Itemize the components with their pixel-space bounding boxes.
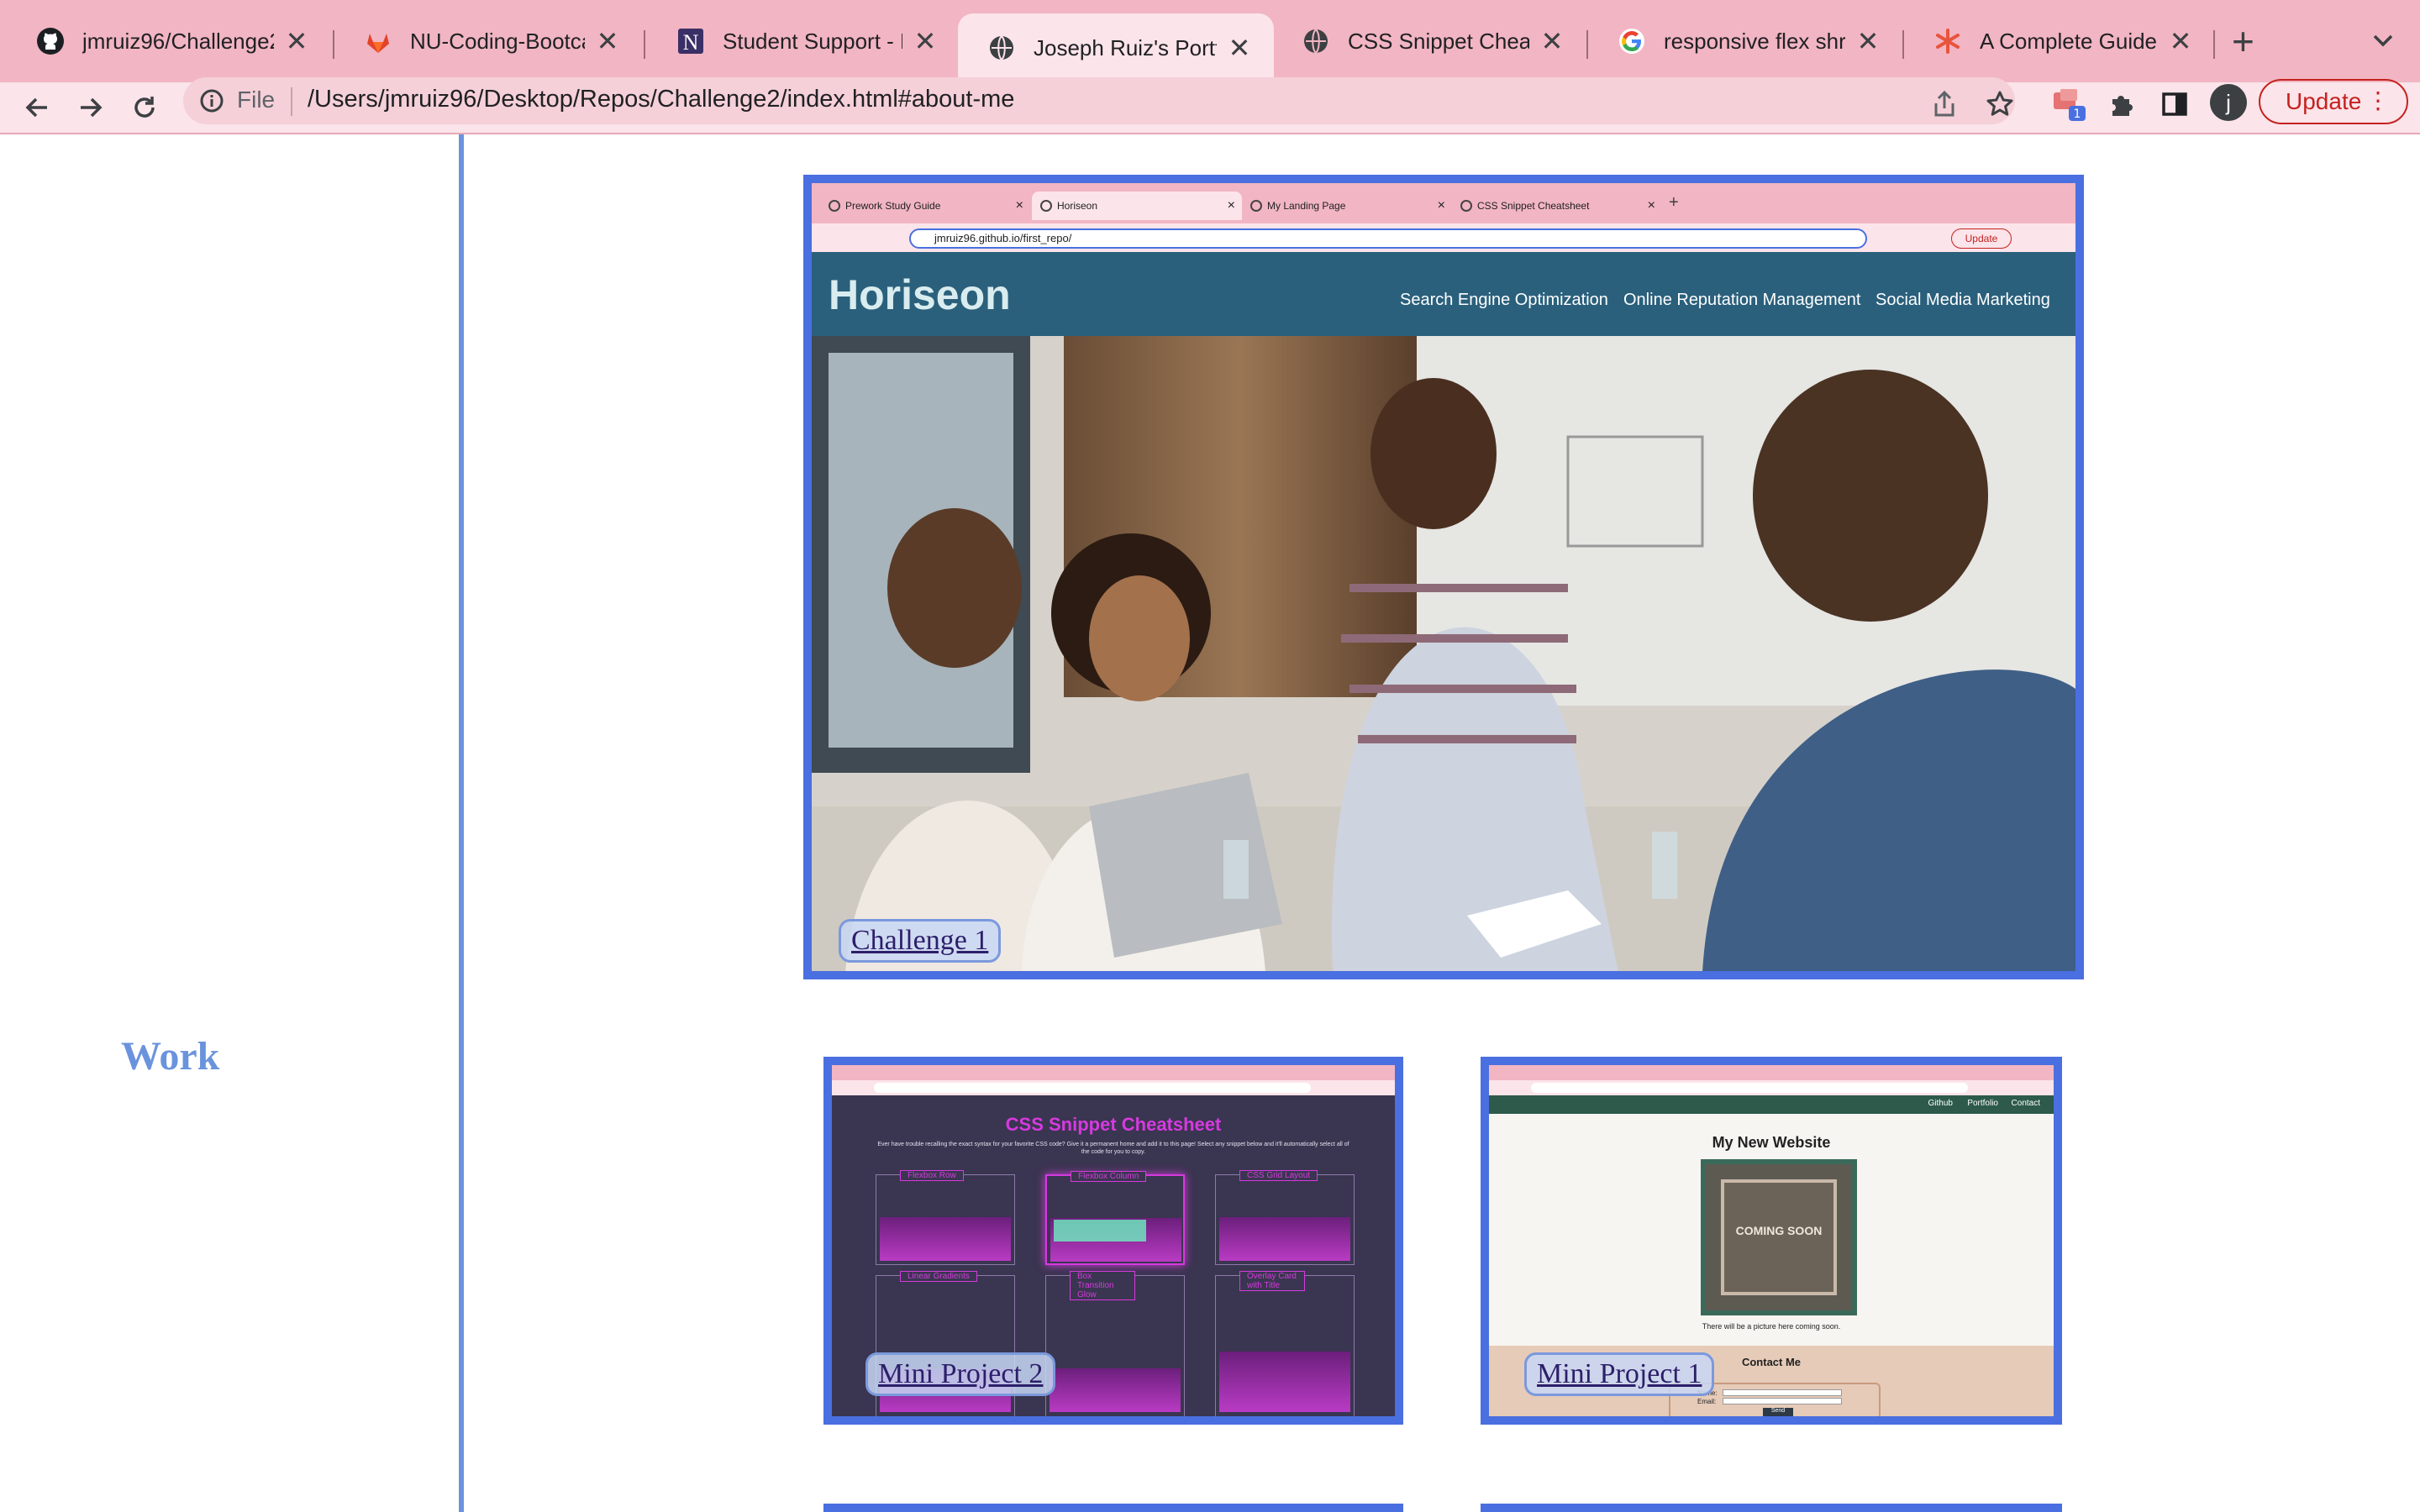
tab-title: NU-Coding-Bootcamp: [410, 28, 585, 54]
next-project-card[interactable]: [823, 1504, 1403, 1512]
svg-text:N: N: [683, 30, 699, 55]
url-text[interactable]: /Users/jmruiz96/Desktop/Repos/Challenge2…: [308, 86, 1014, 113]
preview-tab: Prework Study Guide ×: [820, 192, 1030, 220]
info-icon[interactable]: [198, 87, 225, 114]
coming-soon-text: COMING SOON: [1735, 1224, 1823, 1237]
horiseon-nav-seo: Search Engine Optimization: [1400, 291, 1608, 309]
preview-tab-active: Horiseon ×: [1032, 192, 1242, 220]
tab-google-search[interactable]: responsive flex shrink ✕: [1588, 13, 1902, 69]
preview-new-tab-icon: +: [1669, 193, 1679, 212]
globe-icon: [1301, 26, 1331, 56]
page-content: Work Prework Study Guide × Horiseon × My L…: [0, 134, 2420, 1512]
close-icon[interactable]: ✕: [284, 25, 309, 57]
back-arrow-icon[interactable]: [15, 86, 59, 129]
cheatsheet-intro: Ever have trouble recalling the exact sy…: [877, 1142, 1349, 1155]
preview-tab-strip: Prework Study Guide × Horiseon × My Landin…: [812, 183, 2075, 223]
tab-css-tricks[interactable]: A Complete Guide to F ✕: [1904, 13, 2215, 69]
profile-avatar[interactable]: j: [2210, 84, 2247, 121]
horiseon-logo: Horiseon: [829, 271, 1011, 318]
new-tab-plus-icon[interactable]: +: [2232, 18, 2254, 64]
tab-separator: [644, 30, 645, 59]
snippet-card: Linear Gradients: [876, 1271, 1015, 1416]
gitlab-icon: [363, 26, 393, 56]
tab-title: A Complete Guide to F: [1980, 28, 2158, 54]
mini-project-1-card[interactable]: Github Portfolio Contact My New Website …: [1481, 1057, 2062, 1425]
tab-gitlab[interactable]: NU-Coding-Bootcamp ✕: [334, 13, 642, 69]
site-nav-bar: Github Portfolio Contact: [1489, 1095, 2054, 1114]
update-button[interactable]: Update ⋮: [2259, 79, 2408, 124]
tab-strip: jmruiz96/Challenge2: ✕ NU-Coding-Bootcam…: [0, 0, 2420, 82]
preview-url: jmruiz96.github.io/first_repo/: [909, 228, 1867, 249]
horiseon-nav-smm: Social Media Marketing: [1876, 291, 2050, 309]
mini-project-2-card[interactable]: CSS Snippet Cheatsheet Ever have trouble…: [823, 1057, 1403, 1425]
snippet-card: Overlay Card with Title: [1215, 1271, 1355, 1416]
tab-separator: [2213, 30, 2215, 59]
notion-icon: N: [676, 26, 706, 56]
tab-title: CSS Snippet Cheatsh: [1348, 28, 1529, 54]
tab-search-chevron-icon[interactable]: [2368, 25, 2398, 55]
omnibox-divider: [291, 87, 292, 116]
challenge-1-link[interactable]: Challenge 1: [839, 919, 1002, 963]
preview-update-button: Update: [1951, 228, 2012, 249]
tab-notion[interactable]: N Student Support - Bo ✕: [647, 13, 960, 69]
close-icon[interactable]: ✕: [1539, 25, 1565, 57]
work-section-title: Work: [121, 1034, 220, 1079]
tab-github[interactable]: jmruiz96/Challenge2: ✕: [7, 13, 331, 69]
preview-tab: CSS Snippet Cheatsheet ×: [1452, 192, 1662, 220]
mini-project-2-link[interactable]: Mini Project 2: [865, 1352, 1056, 1396]
mini-project-1-link[interactable]: Mini Project 1: [1524, 1352, 1715, 1396]
site-heading: My New Website: [1712, 1134, 1831, 1151]
coming-soon-image: COMING SOON: [1701, 1159, 1857, 1315]
challenge-1-card[interactable]: Prework Study Guide × Horiseon × My Landin…: [803, 175, 2084, 979]
cheatsheet-heading: CSS Snippet Cheatsheet: [1005, 1114, 1222, 1135]
horiseon-nav-orm: Online Reputation Management: [1623, 291, 1861, 309]
snippet-card: Flexbox Row: [876, 1170, 1015, 1265]
bookmark-star-icon[interactable]: [1981, 86, 2018, 123]
reload-icon[interactable]: [123, 86, 166, 129]
share-icon[interactable]: [1926, 86, 1963, 123]
tab-title: Student Support - Bo: [723, 28, 902, 54]
globe-icon: [986, 33, 1017, 63]
url-scheme-label: File: [237, 87, 276, 113]
github-icon: [35, 26, 66, 56]
preview-url-bar: [874, 1083, 1311, 1093]
preview-tab-strip: [832, 1065, 1395, 1080]
close-icon[interactable]: ✕: [595, 25, 620, 57]
snippet-card: CSS Grid Layout: [1215, 1170, 1355, 1265]
side-panel-icon[interactable]: [2156, 86, 2193, 123]
preview-tab: My Landing Page ×: [1242, 192, 1452, 220]
preview-url-bar: [1531, 1083, 1968, 1093]
update-label: Update: [2286, 88, 2362, 114]
snippet-card: Box Transition Glow: [1045, 1271, 1185, 1416]
section-divider-line: [459, 134, 464, 1512]
css-tricks-icon: [1933, 26, 1963, 56]
site-caption: There will be a picture here coming soon…: [1702, 1322, 1841, 1331]
tab-title: jmruiz96/Challenge2:: [82, 28, 274, 54]
puzzle-extensions-icon[interactable]: [2102, 86, 2139, 123]
close-icon[interactable]: ✕: [1227, 32, 1252, 64]
snippet-card: Flexbox Column: [1045, 1171, 1185, 1265]
close-icon[interactable]: ✕: [913, 25, 938, 57]
extension-badge-count: 1: [2074, 108, 2081, 121]
google-icon: [1617, 26, 1647, 56]
kebab-menu-icon[interactable]: ⋮: [2366, 89, 2390, 113]
office-team-photo: [812, 336, 2075, 971]
tab-css-snippet[interactable]: CSS Snippet Cheatsh ✕: [1272, 13, 1586, 69]
tab-portfolio[interactable]: Joseph Ruiz's Portfoli ✕: [958, 13, 1274, 82]
extension-badge-icon[interactable]: 1: [2050, 86, 2087, 123]
forward-arrow-icon[interactable]: [69, 86, 113, 129]
close-icon[interactable]: ✕: [1855, 25, 1881, 57]
tab-title: Joseph Ruiz's Portfoli: [1034, 34, 1217, 60]
preview-tab-strip: [1489, 1065, 2054, 1080]
close-icon[interactable]: ✕: [2168, 25, 2193, 57]
tab-title: responsive flex shrink: [1664, 28, 1845, 54]
next-project-card[interactable]: [1481, 1504, 2062, 1512]
